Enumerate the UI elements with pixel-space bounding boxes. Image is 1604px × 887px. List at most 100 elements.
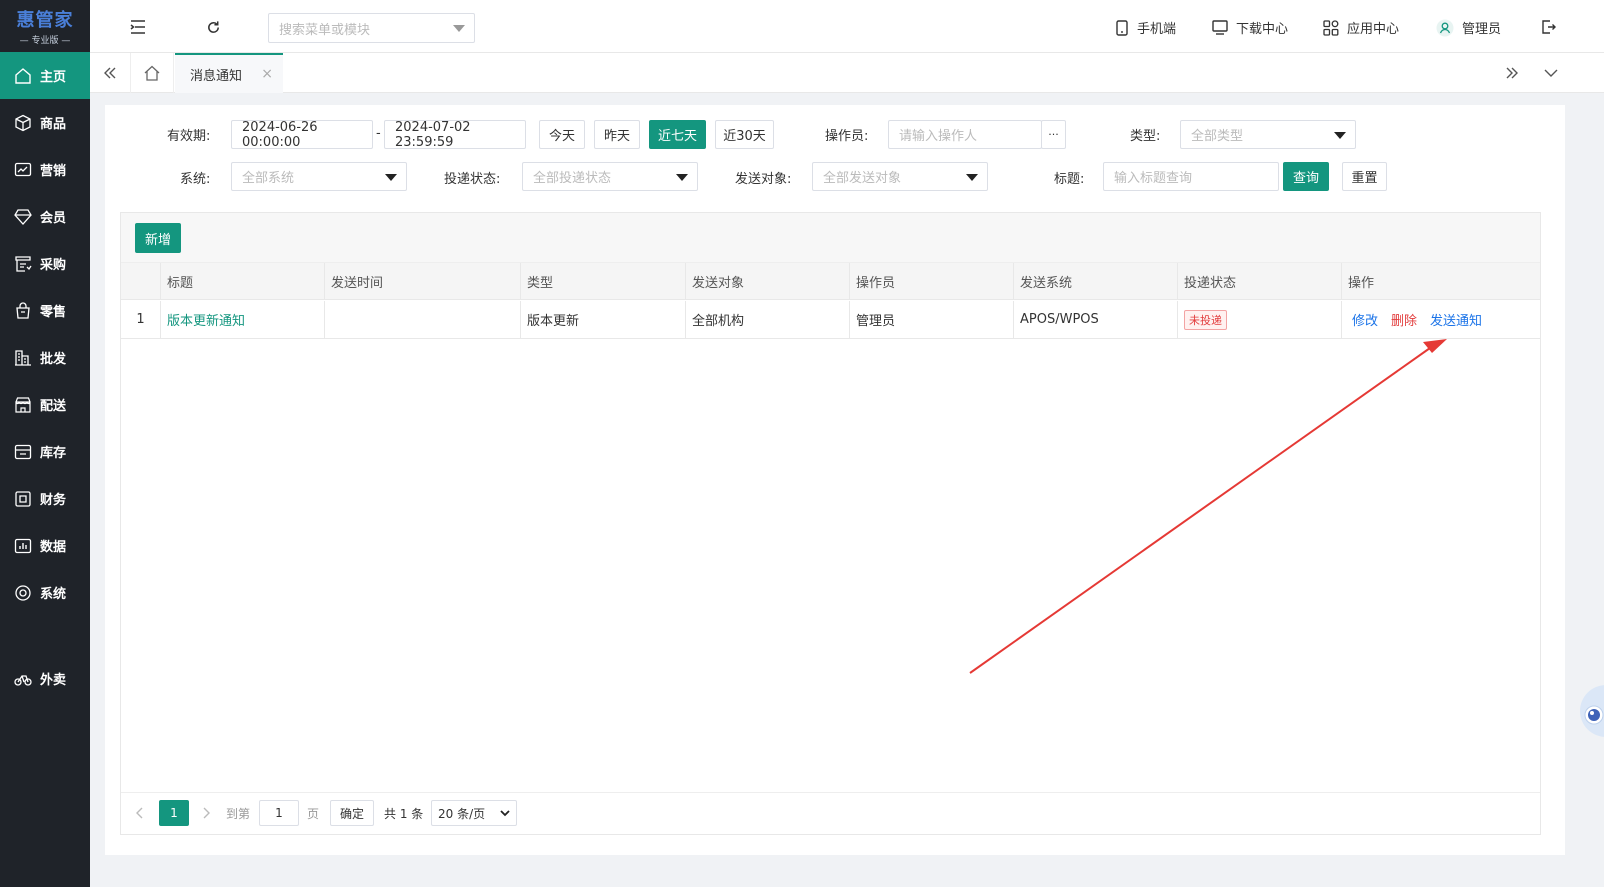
operator-more-button[interactable]: ··· <box>1041 120 1066 149</box>
refresh-icon[interactable] <box>203 17 223 37</box>
user-name: 管理员 <box>1462 22 1502 37</box>
tab-home[interactable] <box>130 53 174 93</box>
menu-collapse-icon[interactable] <box>128 17 148 37</box>
header-send-time: 发送时间 <box>324 263 520 299</box>
sidebar-item-drawer[interactable]: 库存 <box>0 428 90 475</box>
next-page-icon[interactable] <box>203 800 215 826</box>
chart-card-icon <box>14 161 32 179</box>
tabs-scroll-right-icon[interactable] <box>1502 63 1522 83</box>
caret-down-icon <box>966 174 978 181</box>
store-icon <box>14 396 32 414</box>
operator-input[interactable]: 请输入操作人 <box>888 120 1042 149</box>
chevron-down-icon <box>500 809 510 816</box>
bike-icon <box>14 670 32 688</box>
header-type: 类型 <box>520 263 685 299</box>
user-menu[interactable]: 管理员 <box>1436 18 1501 37</box>
type-select[interactable]: 全部类型 <box>1180 120 1356 149</box>
ledger-icon <box>14 490 32 508</box>
page-unit-label: 页 <box>307 806 320 821</box>
apps-grid-icon <box>1323 19 1339 36</box>
notification-title-link[interactable]: 版本更新通知 <box>167 310 245 329</box>
cell-send-time <box>324 301 520 338</box>
assistant-bubble[interactable] <box>1574 674 1604 748</box>
goto-confirm-button[interactable]: 确定 <box>330 800 374 826</box>
clipboard-icon <box>14 255 32 273</box>
sidebar-item-bar-chart[interactable]: 数据 <box>0 522 90 569</box>
mobile-link[interactable]: 手机端 <box>1115 18 1176 37</box>
tab-message-notification[interactable]: 消息通知 × <box>175 53 283 93</box>
sidebar: 惠管家 — 专业版 — 主页 商品 营销会员采购零售批发 配送库存财务数据系统外卖 <box>0 0 90 887</box>
send-notification-link[interactable]: 发送通知 <box>1430 310 1482 329</box>
date-end-input[interactable]: 2024-07-02 23:59:59 <box>384 120 526 150</box>
edit-link[interactable]: 修改 <box>1352 310 1378 329</box>
delete-link[interactable]: 删除 <box>1391 310 1417 329</box>
system-select[interactable]: 全部系统 <box>231 162 407 191</box>
sidebar-item-clipboard[interactable]: 采购 <box>0 240 90 287</box>
sidebar-item-label: 数据 <box>40 540 67 555</box>
send-target-select[interactable]: 全部发送对象 <box>812 162 988 191</box>
sidebar-item-building[interactable]: 批发 <box>0 334 90 381</box>
caret-down-icon <box>676 174 688 181</box>
query-button[interactable]: 查询 <box>1283 162 1329 191</box>
cell-operator: 管理员 <box>849 301 1013 338</box>
building-icon <box>14 349 32 367</box>
operator-value: 管理员 <box>856 314 896 329</box>
delivery-status-value: 全部投递状态 <box>533 171 612 186</box>
app-center-link[interactable]: 应用中心 <box>1323 18 1399 37</box>
sidebar-item-store[interactable]: 配送 <box>0 381 90 428</box>
topbar: 搜索菜单或模块 手机端 下载中心 应用中心 管理员 <box>90 0 1604 53</box>
sidebar-item-ledger[interactable]: 财务 <box>0 475 90 522</box>
date-start-input[interactable]: 2024-06-26 00:00:00 <box>231 120 373 150</box>
reset-button[interactable]: 重置 <box>1342 162 1387 191</box>
goto-page-input[interactable]: 1 <box>259 800 299 826</box>
sidebar-item-diamond[interactable]: 会员 <box>0 193 90 240</box>
table-header: 标题 发送时间 类型 发送对象 操作员 发送系统 投递状态 操作 <box>121 263 1540 300</box>
menu-search-select[interactable]: 搜索菜单或模块 <box>268 13 475 43</box>
logo-title: 惠管家 <box>16 10 74 31</box>
sidebar-item-home[interactable]: 主页 <box>0 52 90 99</box>
page-size-select[interactable]: 20 条/页 <box>431 800 517 826</box>
sidebar-item-chart-card[interactable]: 营销 <box>0 146 90 193</box>
pagination: 1 到第 1 页 确定 共 1 条 20 条/页 <box>121 792 1540 834</box>
sidebar-item-bag[interactable]: 零售 <box>0 287 90 334</box>
caret-down-icon <box>1334 132 1346 139</box>
sidebar-item-bike[interactable]: 外卖 <box>0 655 90 702</box>
logout-icon[interactable] <box>1538 17 1558 37</box>
home-outline-icon <box>144 65 160 81</box>
delivery-status-select[interactable]: 全部投递状态 <box>522 162 698 191</box>
tab-message-notification-label: 消息通知 <box>190 68 243 84</box>
sidebar-item-label: 库存 <box>40 446 67 461</box>
sidebar-nav: 主页 商品 营销会员采购零售批发 配送库存财务数据系统外卖 <box>0 52 90 702</box>
sidebar-item-label: 会员 <box>40 211 67 226</box>
last-30-days-button[interactable]: 近30天 <box>715 120 774 149</box>
header-title: 标题 <box>160 263 324 299</box>
sidebar-item-label: 采购 <box>40 258 67 273</box>
sidebar-item-settings[interactable]: 系统 <box>0 569 90 616</box>
add-button[interactable]: 新增 <box>135 223 181 253</box>
tab-close-icon[interactable]: × <box>261 66 273 82</box>
title-search-input[interactable]: 输入标题查询 <box>1103 162 1279 191</box>
yesterday-button[interactable]: 昨天 <box>594 120 640 149</box>
cell-actions: 修改 删除 发送通知 <box>1341 301 1540 338</box>
cell-target: 全部机构 <box>685 301 849 338</box>
app-center-label: 应用中心 <box>1347 22 1400 37</box>
sidebar-item-box[interactable]: 商品 <box>0 99 90 146</box>
tabs-scroll-left-icon[interactable] <box>100 63 120 83</box>
target-value: 全部机构 <box>692 314 745 329</box>
system-value: APOS/WPOS <box>1020 312 1099 327</box>
drawer-icon <box>14 443 32 461</box>
page-1-button[interactable]: 1 <box>159 800 189 826</box>
send-target-value: 全部发送对象 <box>823 171 902 186</box>
logo: 惠管家 — 专业版 — <box>0 0 90 52</box>
sidebar-item-label: 零售 <box>40 305 67 320</box>
type-value: 版本更新 <box>527 314 580 329</box>
mobile-label: 手机端 <box>1137 22 1177 37</box>
last-7-days-button[interactable]: 近七天 <box>649 120 706 149</box>
today-button[interactable]: 今天 <box>539 120 585 149</box>
table-row: 1 版本更新通知 版本更新 全部机构 管理员 APOS/WPOS 未投递 修改 删除 发送通知 <box>121 301 1540 339</box>
download-center-link[interactable]: 下载中心 <box>1212 18 1288 37</box>
goto-label: 到第 <box>226 806 251 821</box>
prev-page-icon[interactable] <box>135 800 147 826</box>
tabs-menu-chevron-icon[interactable] <box>1541 63 1561 83</box>
notification-table: 新增 标题 发送时间 类型 发送对象 操作员 发送系统 投递状态 操作 1 版本更新通知 版本更新… <box>120 212 1541 835</box>
